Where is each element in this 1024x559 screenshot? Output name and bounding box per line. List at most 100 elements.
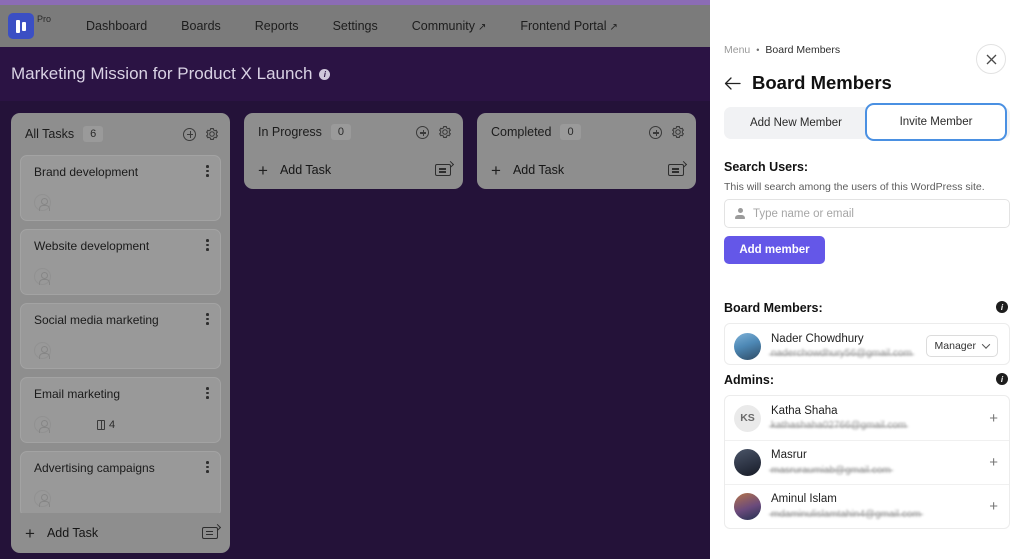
task-title: Email marketing (34, 387, 121, 401)
task-card[interactable]: Brand development (20, 155, 221, 221)
tab-label: Invite Member (899, 115, 973, 128)
member-name: Aminul Islam (771, 493, 837, 506)
search-input[interactable] (753, 207, 999, 220)
top-navigation-bar: Pro Dashboard Boards Reports Settings Co… (0, 5, 710, 47)
member-row[interactable]: KS Katha Shaha kathashaha02766@gmail.com… (725, 396, 1009, 440)
screen-root: Pro Dashboard Boards Reports Settings Co… (0, 0, 1024, 559)
assignee-placeholder-icon[interactable] (34, 194, 51, 211)
column-header: All Tasks 6 (11, 113, 230, 155)
tab-label: Add New Member (749, 117, 843, 129)
breadcrumb-menu[interactable]: Menu (724, 44, 750, 56)
add-task-plus-icon[interactable] (416, 125, 429, 139)
board-application: Pro Dashboard Boards Reports Settings Co… (0, 0, 710, 559)
nav-item-frontend-portal[interactable]: Frontend Portal ↗ (503, 19, 635, 33)
member-email: masruraumiab@gmail.com (771, 464, 891, 476)
task-card-footer: 4 (34, 416, 207, 433)
board-members-list: Nader Chowdhury naderchowdhury56@gmail.c… (724, 323, 1010, 365)
avatar: KS (734, 404, 761, 432)
close-panel-button[interactable] (976, 44, 1006, 74)
nav-items: Dashboard Boards Reports Settings Commun… (69, 19, 635, 33)
close-icon (986, 54, 996, 64)
nav-item-community[interactable]: Community ↗ (395, 19, 504, 33)
assignee-placeholder-icon[interactable] (34, 490, 51, 507)
column-in-progress: In Progress 0 + Add Task (244, 113, 463, 189)
gear-icon[interactable] (438, 125, 452, 139)
plus-icon: + (25, 523, 35, 543)
task-menu-icon[interactable] (206, 313, 209, 325)
avatar (734, 332, 761, 360)
task-card[interactable]: Email marketing 4 (20, 377, 221, 443)
task-card[interactable]: Advertising campaigns (20, 451, 221, 513)
add-task-button[interactable]: + Add Task (244, 152, 463, 189)
task-template-icon[interactable] (202, 527, 218, 539)
tab-add-new-member[interactable]: Add New Member (727, 110, 865, 136)
app-logo[interactable]: Pro (8, 13, 51, 39)
breadcrumb: Menu • Board Members (724, 44, 840, 56)
task-menu-icon[interactable] (206, 239, 209, 251)
admins-info-icon[interactable]: i (996, 373, 1008, 385)
task-card[interactable]: Social media marketing (20, 303, 221, 369)
nav-label: Settings (332, 19, 378, 33)
add-admin-icon[interactable]: + (989, 411, 998, 426)
board-columns: All Tasks 6 Brand development Website de… (11, 113, 696, 553)
gear-icon[interactable] (671, 125, 685, 139)
task-menu-icon[interactable] (206, 387, 209, 399)
add-task-button[interactable]: + Add Task (11, 513, 230, 553)
panel-title: Board Members (752, 72, 892, 93)
column-header: In Progress 0 (244, 113, 463, 152)
assignee-placeholder-icon[interactable] (34, 416, 51, 433)
task-card[interactable]: Website development (20, 229, 221, 295)
task-title: Social media marketing (34, 313, 159, 327)
info-icon[interactable]: i (319, 69, 331, 81)
member-row[interactable]: Aminul Islam mdaminulislamtahin4@gmail.c… (725, 484, 1009, 528)
assignee-placeholder-icon[interactable] (34, 268, 51, 285)
task-title: Website development (34, 239, 150, 253)
logo-mark-icon (8, 13, 34, 39)
plus-icon: + (491, 160, 501, 180)
task-template-icon[interactable] (668, 164, 684, 177)
task-menu-icon[interactable] (206, 165, 209, 177)
member-row[interactable]: Nader Chowdhury naderchowdhury56@gmail.c… (725, 324, 1009, 368)
board-item-icon (97, 419, 105, 430)
member-email: mdaminulislamtahin4@gmail.com (771, 508, 921, 520)
task-card-footer (34, 342, 207, 359)
add-task-button[interactable]: + Add Task (477, 152, 696, 189)
nav-item-dashboard[interactable]: Dashboard (69, 19, 164, 33)
back-arrow-icon[interactable] (724, 76, 741, 90)
search-users-description: This will search among the users of this… (724, 181, 985, 193)
external-link-icon: ↗ (609, 22, 618, 33)
avatar (734, 449, 761, 476)
task-template-icon[interactable] (435, 164, 451, 177)
member-email: kathashaha02766@gmail.com (771, 420, 907, 432)
add-admin-icon[interactable]: + (989, 455, 998, 470)
gear-icon[interactable] (205, 127, 219, 141)
nav-item-reports[interactable]: Reports (238, 19, 316, 33)
task-attachment-badge: 4 (97, 419, 115, 431)
admins-list: KS Katha Shaha kathashaha02766@gmail.com… (724, 395, 1010, 529)
panel-title-row: Board Members (724, 72, 892, 94)
attachment-count: 4 (109, 418, 116, 431)
column-actions (183, 127, 219, 141)
chevron-down-icon (981, 340, 991, 349)
board-members-info-icon[interactable]: i (996, 301, 1008, 313)
add-task-plus-icon[interactable] (649, 125, 662, 139)
add-member-button[interactable]: Add member (724, 236, 825, 264)
column-title: Completed (491, 125, 552, 140)
assignee-placeholder-icon[interactable] (34, 342, 51, 359)
search-users-field[interactable] (724, 199, 1010, 228)
task-menu-icon[interactable] (206, 461, 209, 473)
nav-item-boards[interactable]: Boards (164, 19, 238, 33)
nav-item-settings[interactable]: Settings (316, 19, 395, 33)
add-admin-icon[interactable]: + (989, 499, 998, 514)
task-card-list: Brand development Website development So… (11, 155, 230, 513)
add-task-plus-icon[interactable] (183, 127, 196, 141)
nav-label: Community (411, 19, 475, 33)
tab-invite-member[interactable]: Invite Member (865, 102, 1007, 141)
add-task-label: Add Task (46, 526, 99, 540)
column-title: All Tasks (25, 127, 75, 141)
member-info: Masrur masruraumiab@gmail.com (771, 448, 891, 477)
task-card-footer (34, 268, 207, 285)
member-role-dropdown[interactable]: Manager (925, 335, 998, 357)
member-row[interactable]: Masrur masruraumiab@gmail.com + (725, 440, 1009, 484)
task-card-footer (34, 490, 207, 507)
